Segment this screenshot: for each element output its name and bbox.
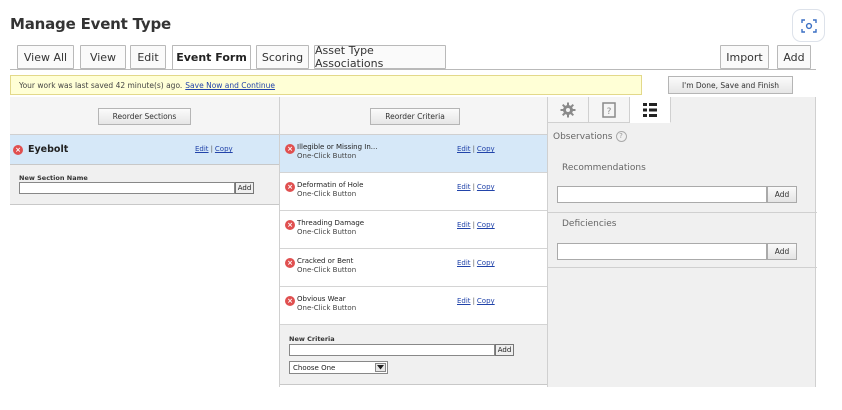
list-icon xyxy=(643,102,657,117)
delete-criteria-icon[interactable]: × xyxy=(285,144,295,154)
deficiencies-label: Deficiencies xyxy=(562,219,617,229)
criteria-row[interactable]: × Deformatin of Hole One-Click Button Ed… xyxy=(280,173,548,211)
tab-observations[interactable] xyxy=(630,97,671,123)
tab-scoring[interactable]: Scoring xyxy=(256,45,309,69)
criteria-edit-links: Edit | Copy xyxy=(457,183,495,191)
link-separator: | xyxy=(472,183,475,191)
add-button[interactable]: Add xyxy=(777,45,811,69)
link-separator: | xyxy=(210,145,213,153)
criteria-type: One-Click Button xyxy=(297,152,357,160)
save-now-link[interactable]: Save Now and Continue xyxy=(185,81,275,90)
criteria-name: Deformatin of Hole xyxy=(297,181,364,189)
criteria-name: Illegible or Missing In... xyxy=(297,143,378,151)
criteria-row[interactable]: × Cracked or Bent One-Click Button Edit |… xyxy=(280,249,548,287)
delete-criteria-icon[interactable]: × xyxy=(285,220,295,230)
new-criteria-label: New Criteria xyxy=(289,335,335,343)
criteria-name: Cracked or Bent xyxy=(297,257,354,265)
save-notice-text: Your work was last saved 42 minute(s) ag… xyxy=(19,80,183,90)
criteria-copy-link[interactable]: Copy xyxy=(477,259,495,267)
criteria-panel: Reorder Criteria × Illegible or Missing … xyxy=(279,97,548,387)
add-section-button[interactable]: Add xyxy=(235,182,254,194)
tab-settings[interactable] xyxy=(548,97,589,123)
section-copy-link[interactable]: Copy xyxy=(215,145,233,153)
link-separator: | xyxy=(472,259,475,267)
tab-view[interactable]: View xyxy=(80,45,126,69)
criteria-copy-link[interactable]: Copy xyxy=(477,183,495,191)
criteria-edit-link[interactable]: Edit xyxy=(457,145,471,153)
deficiencies-input[interactable] xyxy=(557,243,767,260)
add-deficiency-button[interactable]: Add xyxy=(767,243,797,260)
import-button[interactable]: Import xyxy=(720,45,769,69)
criteria-edit-link[interactable]: Edit xyxy=(457,221,471,229)
observations-panel: ? Observations ? Recommendations Add Def… xyxy=(547,97,817,387)
criteria-row[interactable]: × Threading Damage One-Click Button Edit… xyxy=(280,211,548,249)
criteria-name: Threading Damage xyxy=(297,219,365,227)
criteria-edit-links: Edit | Copy xyxy=(457,145,495,153)
tab-edit[interactable]: Edit xyxy=(130,45,166,69)
observations-title: Observations ? xyxy=(553,131,627,142)
save-notice: Your work was last saved 42 minute(s) ag… xyxy=(10,75,642,95)
new-criteria-form: New Criteria Add Choose One xyxy=(280,325,548,385)
tab-asset-type-associations[interactable]: Asset Type Associations xyxy=(314,44,446,70)
delete-criteria-icon[interactable]: × xyxy=(285,182,295,192)
criteria-type: One-Click Button xyxy=(297,228,357,236)
criteria-edit-links: Edit | Copy xyxy=(457,221,495,229)
criteria-edit-link[interactable]: Edit xyxy=(457,183,471,191)
criteria-header: Reorder Criteria xyxy=(280,97,547,135)
link-separator: | xyxy=(472,145,475,153)
section-name: Eyebolt xyxy=(28,144,69,155)
tab-view-all[interactable]: View All xyxy=(17,45,74,69)
camera-icon xyxy=(800,18,817,33)
new-section-form: New Section Name Add xyxy=(10,165,279,205)
add-criteria-button[interactable]: Add xyxy=(495,344,514,356)
done-save-finish-button[interactable]: I'm Done, Save and Finish xyxy=(668,76,793,94)
tab-bar-divider xyxy=(10,69,816,70)
criteria-type: One-Click Button xyxy=(297,190,357,198)
delete-section-icon[interactable]: × xyxy=(13,145,23,155)
criteria-copy-link[interactable]: Copy xyxy=(477,297,495,305)
reorder-criteria-button[interactable]: Reorder Criteria xyxy=(370,108,460,125)
reorder-sections-button[interactable]: Reorder Sections xyxy=(98,108,191,125)
recommendations-input[interactable] xyxy=(557,186,767,203)
add-recommendation-button[interactable]: Add xyxy=(767,186,797,203)
new-criteria-input[interactable] xyxy=(289,344,495,356)
link-separator: | xyxy=(472,297,475,305)
divider xyxy=(548,267,817,268)
chevron-down-icon xyxy=(375,363,386,372)
criteria-type-select-value: Choose One xyxy=(293,363,336,372)
criteria-type: One-Click Button xyxy=(297,266,357,274)
section-edit-link[interactable]: Edit xyxy=(195,145,209,153)
criteria-name: Obvious Wear xyxy=(297,295,346,303)
tab-event-form[interactable]: Event Form xyxy=(172,45,251,70)
delete-criteria-icon[interactable]: × xyxy=(285,296,295,306)
page-title: Manage Event Type xyxy=(10,15,171,33)
criteria-copy-link[interactable]: Copy xyxy=(477,221,495,229)
sections-panel: Reorder Sections × Eyebolt Edit | Copy New… xyxy=(10,97,279,387)
new-section-input[interactable] xyxy=(19,182,235,194)
tab-help[interactable]: ? xyxy=(589,97,630,123)
new-section-label: New Section Name xyxy=(19,174,88,182)
criteria-type-select[interactable]: Choose One xyxy=(289,361,388,374)
svg-text:?: ? xyxy=(607,107,612,117)
sections-header: Reorder Sections xyxy=(10,97,279,135)
divider xyxy=(548,212,817,213)
gear-icon xyxy=(560,102,576,117)
criteria-edit-link[interactable]: Edit xyxy=(457,259,471,267)
recommendations-label: Recommendations xyxy=(562,163,646,173)
help-page-icon: ? xyxy=(602,101,616,118)
section-row[interactable]: × Eyebolt Edit | Copy xyxy=(10,135,279,165)
criteria-copy-link[interactable]: Copy xyxy=(477,145,495,153)
observations-label: Observations xyxy=(553,131,613,142)
section-edit-links: Edit | Copy xyxy=(195,145,233,153)
criteria-edit-link[interactable]: Edit xyxy=(457,297,471,305)
delete-criteria-icon[interactable]: × xyxy=(285,258,295,268)
screenshot-button[interactable] xyxy=(792,9,825,42)
link-separator: | xyxy=(472,221,475,229)
criteria-row[interactable]: × Illegible or Missing In... One-Click B… xyxy=(280,135,548,173)
criteria-edit-links: Edit | Copy xyxy=(457,297,495,305)
help-icon[interactable]: ? xyxy=(615,131,627,142)
criteria-type: One-Click Button xyxy=(297,304,357,312)
criteria-row[interactable]: × Obvious Wear One-Click Button Edit | Cop… xyxy=(280,287,548,325)
criteria-edit-links: Edit | Copy xyxy=(457,259,495,267)
